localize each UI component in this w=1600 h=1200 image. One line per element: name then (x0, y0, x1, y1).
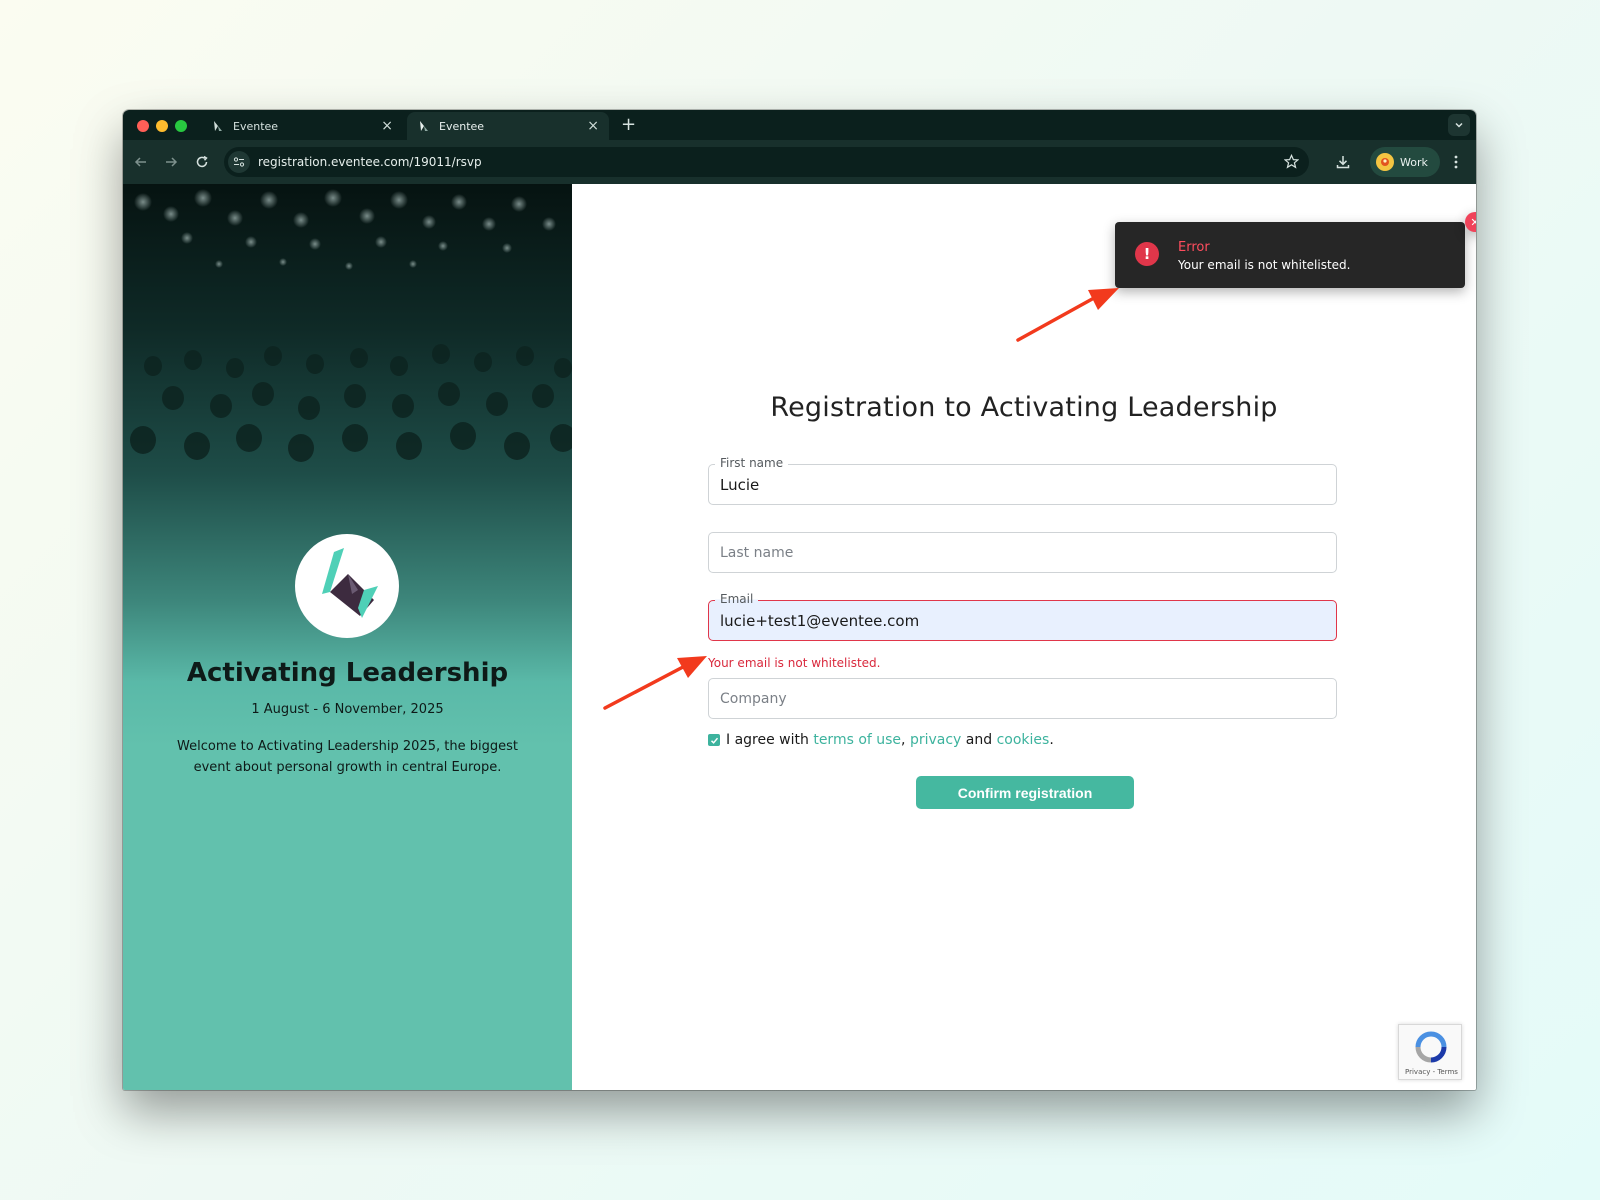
cookies-link[interactable]: cookies (997, 732, 1050, 748)
download-icon[interactable] (1335, 154, 1351, 174)
tab-search-chevron-down-icon[interactable] (1448, 114, 1470, 136)
email-field[interactable]: Email lucie+test1@eventee.com (708, 592, 1337, 641)
event-logo (295, 534, 399, 638)
last-name-field[interactable]: Last name (708, 532, 1337, 573)
agree-checkbox[interactable] (708, 734, 720, 746)
privacy-link[interactable]: privacy (910, 732, 961, 748)
company-field[interactable]: Company (708, 678, 1337, 719)
agree-and-text: and (965, 732, 993, 748)
eventee-favicon-icon (211, 119, 225, 133)
new-tab-plus-icon[interactable]: + (621, 115, 636, 135)
close-tab-icon[interactable]: × (587, 119, 599, 133)
close-window-button[interactable] (137, 120, 149, 132)
site-settings-tune-icon[interactable] (228, 151, 250, 173)
tab-title: Eventee (233, 119, 279, 133)
audience-hero-image (130, 189, 572, 462)
error-toast: ! Error Your email is not whitelisted. (1115, 222, 1465, 288)
agree-separator-text: , (901, 732, 906, 748)
error-alert-icon: ! (1135, 242, 1159, 266)
email-label: Email (715, 592, 759, 606)
first-name-label: First name (715, 456, 789, 470)
browser-window: Eventee × Eventee × + registration.event… (123, 110, 1476, 1090)
tab-bar: Eventee × Eventee × + (123, 110, 1476, 140)
event-info-panel: Activating Leadership 1 August - 6 Novem… (123, 184, 572, 1090)
more-menu-kebab-icon[interactable] (1453, 154, 1459, 174)
back-arrow-icon[interactable] (133, 154, 149, 170)
minimize-window-button[interactable] (156, 120, 168, 132)
window-controls (137, 120, 187, 132)
agree-end-text: . (1049, 732, 1054, 748)
toast-message: Your email is not whitelisted. (1178, 258, 1351, 272)
profile-button[interactable]: Work (1370, 147, 1440, 177)
email-value: lucie+test1@eventee.com (720, 612, 920, 630)
url-text: registration.eventee.com/19011/rsvp (258, 155, 482, 169)
reload-icon[interactable] (194, 154, 210, 170)
forward-arrow-icon[interactable] (163, 154, 179, 170)
event-dates: 1 August - 6 November, 2025 (251, 702, 444, 717)
email-error-message: Your email is not whitelisted. (708, 656, 881, 670)
form-title: Registration to Activating Leadership (770, 392, 1278, 423)
first-name-field[interactable]: First name Lucie (708, 456, 1337, 505)
terms-agreement: I agree with terms of use, privacy and c… (708, 732, 1054, 748)
event-logo-mark-icon (322, 548, 378, 618)
last-name-placeholder: Last name (720, 545, 794, 561)
confirm-registration-button[interactable]: Confirm registration (916, 776, 1134, 809)
tab-eventee-1[interactable]: Eventee × (201, 112, 403, 140)
toast-title: Error (1178, 240, 1210, 255)
checkmark-icon (710, 737, 718, 744)
event-description: Welcome to Activating Leadership 2025, t… (177, 739, 518, 775)
close-tab-icon[interactable]: × (381, 119, 393, 133)
profile-label: Work (1400, 155, 1428, 169)
recaptcha-privacy-terms-text[interactable]: Privacy - Terms (1405, 1068, 1458, 1076)
zoom-window-button[interactable] (175, 120, 187, 132)
first-name-value: Lucie (720, 476, 760, 494)
event-title: Activating Leadership (186, 658, 509, 688)
recaptcha-badge[interactable]: Privacy - Terms (1398, 1024, 1462, 1080)
tab-title: Eventee (439, 119, 485, 133)
tab-eventee-2[interactable]: Eventee × (407, 112, 609, 140)
registration-form-panel: Registration to Activating Leadership Fi… (572, 184, 1476, 1090)
address-bar[interactable]: registration.eventee.com/19011/rsvp (224, 147, 1309, 177)
company-placeholder: Company (720, 691, 787, 707)
bookmark-star-icon[interactable] (1283, 153, 1300, 173)
profile-avatar-icon (1376, 153, 1394, 171)
eventee-favicon-icon (417, 119, 431, 133)
browser-toolbar: registration.eventee.com/19011/rsvp Work (123, 140, 1476, 184)
recaptcha-logo-icon (1415, 1031, 1447, 1063)
agree-prefix-text: I agree with (726, 732, 809, 748)
terms-of-use-link[interactable]: terms of use (813, 732, 901, 748)
